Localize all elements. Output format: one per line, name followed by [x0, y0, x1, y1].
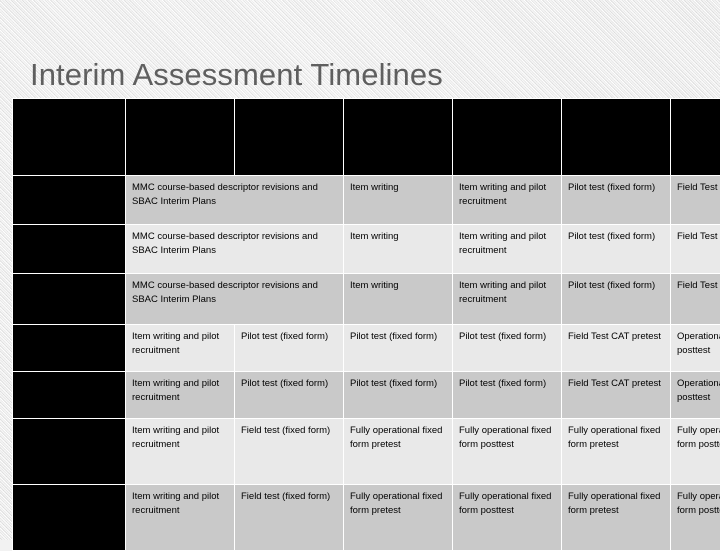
table-body: High School Reading MMC course-based des… — [13, 176, 720, 550]
column-header-fall-2012: Fall 2012 — [126, 99, 234, 175]
cell-mmc-descriptor: MMC course-based descriptor revisions an… — [126, 274, 343, 324]
cell-fall-2014: Field Test CAT pretest — [562, 325, 670, 371]
row-label-high-school-science: High School Science — [13, 372, 125, 418]
table-header-row: Grade Level(s) and Content Area Fall 201… — [13, 99, 720, 175]
cell-fall-2012: Item writing and pilot recruitment — [126, 485, 234, 550]
cell-fall-2013: Item writing — [344, 274, 452, 324]
row-label-high-school-reading: High School Reading — [13, 176, 125, 224]
cell-spring-2015: Field Test (CAT) — [671, 274, 720, 324]
table-row: Grades 3-8 Social Studies Item writing a… — [13, 419, 720, 484]
cell-spring-2015: Operational CAT posttest — [671, 372, 720, 418]
cell-spring-2015: Fully operational fixed form posttest — [671, 485, 720, 550]
cell-spring-2014: Item writing and pilot recruitment — [453, 225, 561, 273]
cell-fall-2013: Pilot test (fixed form) — [344, 325, 452, 371]
cell-spring-2013: Pilot test (fixed form) — [235, 372, 343, 418]
column-header-spring-2015: Spring 2015 — [671, 99, 720, 175]
table-row: High School Math MMC course-based descri… — [13, 274, 720, 324]
cell-fall-2014: Pilot test (fixed form) — [562, 176, 670, 224]
cell-fall-2012: Item writing and pilot recruitment — [126, 325, 234, 371]
cell-spring-2013: Pilot test (fixed form) — [235, 325, 343, 371]
cell-fall-2013: Pilot test (fixed form) — [344, 372, 452, 418]
cell-fall-2012: Item writing and pilot recruitment — [126, 372, 234, 418]
table-row: High School Social Studies Item writing … — [13, 485, 720, 550]
table-header: Grade Level(s) and Content Area Fall 201… — [13, 99, 720, 175]
row-label-high-school-social-studies: High School Social Studies — [13, 485, 125, 550]
cell-spring-2014: Item writing and pilot recruitment — [453, 176, 561, 224]
cell-fall-2014: Field Test CAT pretest — [562, 372, 670, 418]
column-header-spring-2013: Spring 2013 — [235, 99, 343, 175]
cell-fall-2013: Fully operational fixed form pretest — [344, 419, 452, 484]
cell-spring-2013: Field test (fixed form) — [235, 485, 343, 550]
column-header-spring-2014: Spring 2014 — [453, 99, 561, 175]
interim-assessment-timeline-table: Grade Level(s) and Content Area Fall 201… — [12, 98, 720, 551]
cell-fall-2013: Item writing — [344, 225, 452, 273]
table-row: Grades 3-8 Science Item writing and pilo… — [13, 325, 720, 371]
cell-spring-2014: Fully operational fixed form posttest — [453, 419, 561, 484]
cell-fall-2014: Fully operational fixed form pretest — [562, 485, 670, 550]
cell-fall-2013: Item writing — [344, 176, 452, 224]
row-label-high-school-math: High School Math — [13, 274, 125, 324]
cell-fall-2012: Item writing and pilot recruitment — [126, 419, 234, 484]
cell-spring-2015: Field Test (CAT) — [671, 176, 720, 224]
column-header-fall-2013: Fall 2013 — [344, 99, 452, 175]
table-row: High School Reading MMC course-based des… — [13, 176, 720, 224]
row-label-high-school-writing: High School Writing — [13, 225, 125, 273]
cell-spring-2015: Field Test (CAT) — [671, 225, 720, 273]
cell-fall-2014: Pilot test (fixed form) — [562, 225, 670, 273]
cell-mmc-descriptor: MMC course-based descriptor revisions an… — [126, 225, 343, 273]
cell-spring-2014: Pilot test (fixed form) — [453, 372, 561, 418]
column-header-fall-2014: Fall 2014 — [562, 99, 670, 175]
cell-spring-2015: Fully operational fixed form posttest — [671, 419, 720, 484]
cell-spring-2013: Field test (fixed form) — [235, 419, 343, 484]
row-label-grades-3-8-social-studies: Grades 3-8 Social Studies — [13, 419, 125, 484]
cell-fall-2014: Pilot test (fixed form) — [562, 274, 670, 324]
cell-spring-2014: Fully operational fixed form posttest — [453, 485, 561, 550]
slide-canvas: Interim Assessment Timelines Grade Level… — [0, 0, 720, 551]
cell-spring-2014: Item writing and pilot recruitment — [453, 274, 561, 324]
cell-fall-2014: Fully operational fixed form pretest — [562, 419, 670, 484]
page-title: Interim Assessment Timelines — [30, 57, 443, 92]
cell-spring-2014: Pilot test (fixed form) — [453, 325, 561, 371]
table-row: High School Writing MMC course-based des… — [13, 225, 720, 273]
cell-spring-2015: Operational CAT posttest — [671, 325, 720, 371]
cell-fall-2013: Fully operational fixed form pretest — [344, 485, 452, 550]
cell-mmc-descriptor: MMC course-based descriptor revisions an… — [126, 176, 343, 224]
column-header-grade-level: Grade Level(s) and Content Area — [13, 99, 125, 175]
table-row: High School Science Item writing and pil… — [13, 372, 720, 418]
row-label-grades-3-8-science: Grades 3-8 Science — [13, 325, 125, 371]
